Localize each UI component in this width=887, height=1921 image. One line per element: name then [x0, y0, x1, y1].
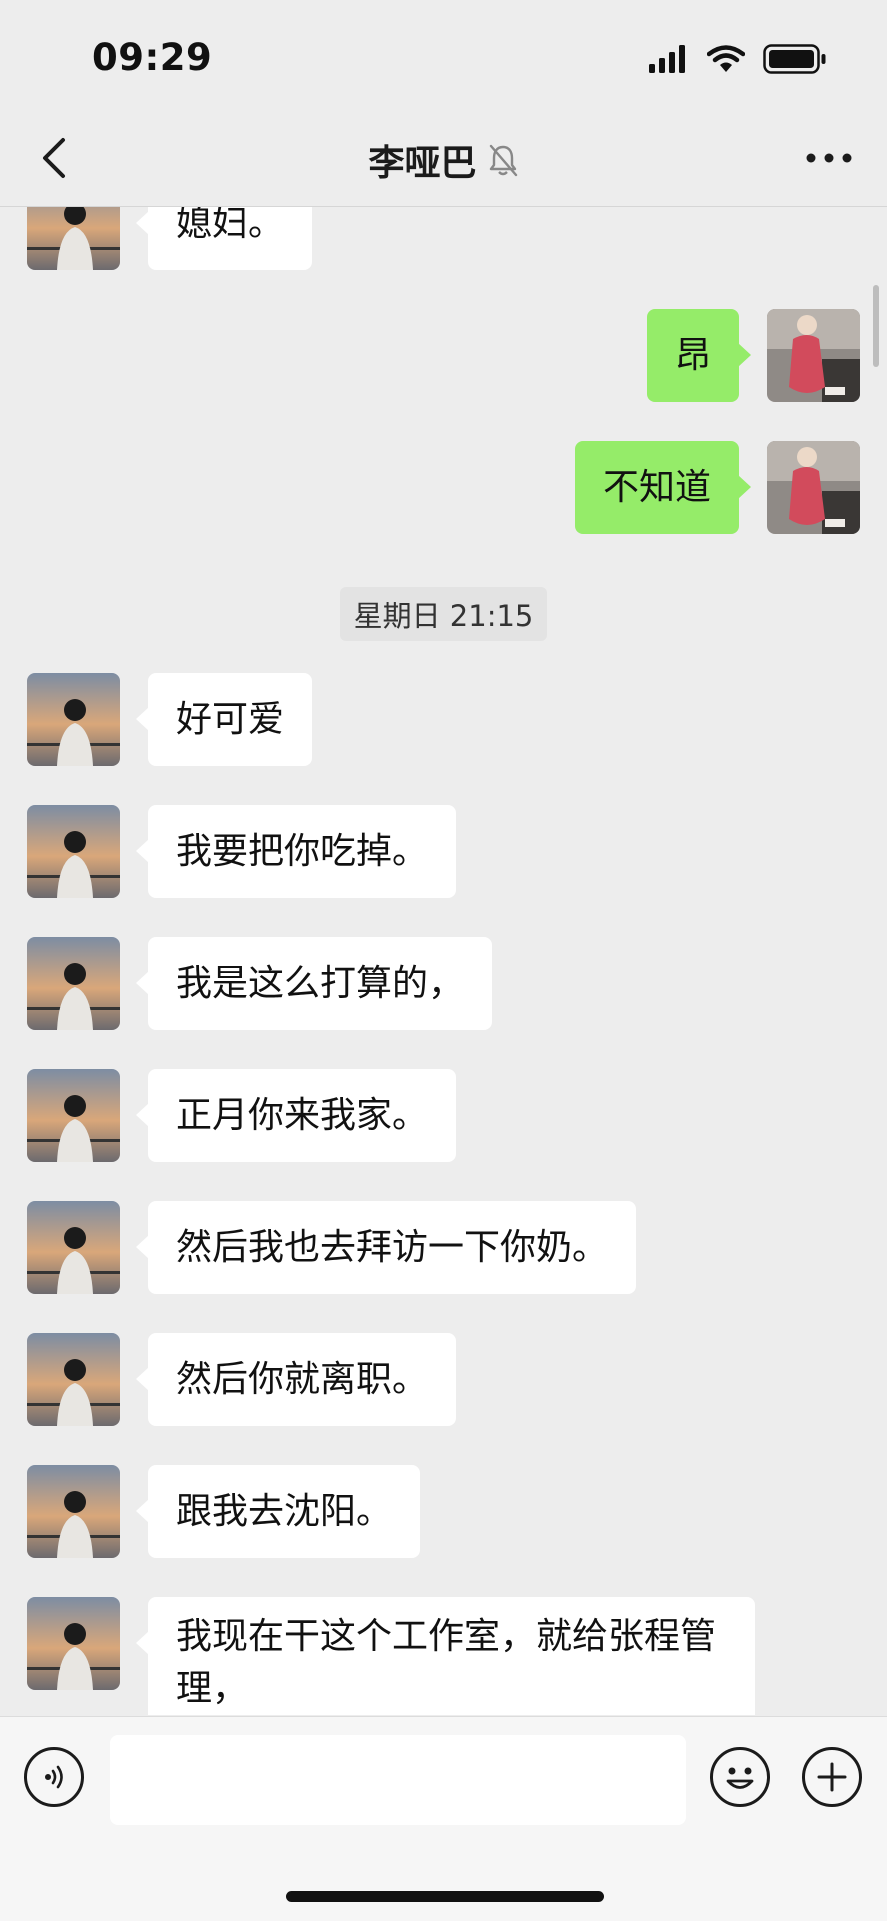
cellular-signal-icon — [649, 45, 685, 73]
message-bubble-incoming[interactable]: 我现在干这个工作室，就给张程管理， — [136, 1597, 755, 1715]
status-icons — [649, 44, 827, 74]
message-bubble-incoming[interactable]: 媳妇。 — [135, 207, 313, 270]
message-bubble-incoming[interactable]: 然后我也去拜访一下你奶。 — [135, 1201, 637, 1294]
contact-avatar[interactable] — [27, 1201, 120, 1294]
input-bar — [0, 1716, 887, 1921]
my-avatar[interactable] — [767, 309, 860, 402]
contact-avatar[interactable] — [27, 1069, 120, 1162]
voice-icon — [45, 1765, 63, 1789]
bell-slash-icon — [489, 144, 517, 177]
contact-avatar[interactable] — [27, 805, 120, 898]
chat-title: 李哑巴 — [368, 143, 477, 184]
time-divider: 星期日 21:15 — [0, 587, 887, 641]
my-avatar[interactable] — [767, 441, 860, 534]
message-bubble-incoming[interactable]: 跟我去沈阳。 — [135, 1465, 421, 1558]
voice-button[interactable] — [24, 1747, 84, 1807]
message-bubble-incoming[interactable]: 然后你就离职。 — [135, 1333, 457, 1426]
scrollbar[interactable] — [873, 285, 879, 367]
status-bar: 09:29 — [0, 0, 887, 110]
timestamp-label: 星期日 21:15 — [339, 587, 548, 641]
battery-icon — [763, 44, 826, 74]
ellipsis-icon — [806, 153, 852, 163]
chat-area[interactable]: 媳妇。 昂 不知道 星期日 21:15 好可爱 我要把你吃掉。 我是这么打算的，… — [0, 207, 887, 1715]
message-bubble-outgoing[interactable]: 不知道 — [574, 441, 752, 534]
contact-avatar[interactable] — [27, 1597, 120, 1690]
contact-avatar[interactable] — [27, 1465, 120, 1558]
chat-header: 李哑巴 — [0, 110, 887, 207]
home-indicator[interactable] — [286, 1891, 604, 1902]
contact-avatar[interactable] — [27, 937, 120, 1030]
emoji-icon — [726, 1767, 754, 1789]
wifi-icon — [707, 45, 745, 72]
contact-avatar[interactable] — [27, 673, 120, 766]
message-bubble-incoming[interactable]: 正月你来我家。 — [135, 1069, 457, 1162]
plus-icon — [817, 1762, 847, 1792]
contact-avatar[interactable] — [27, 207, 120, 270]
message-input[interactable] — [110, 1735, 686, 1825]
message-bubble-incoming[interactable]: 我是这么打算的， — [135, 937, 493, 1030]
message-bubble-incoming[interactable]: 我要把你吃掉。 — [135, 805, 457, 898]
message-bubble-outgoing[interactable]: 昂 — [646, 309, 752, 402]
emoji-button[interactable] — [710, 1747, 770, 1807]
more-button[interactable] — [801, 136, 857, 180]
contact-avatar[interactable] — [27, 1333, 120, 1426]
message-bubble-incoming[interactable]: 好可爱 — [135, 673, 313, 766]
status-time: 09:29 — [92, 36, 213, 79]
plus-button[interactable] — [802, 1747, 862, 1807]
